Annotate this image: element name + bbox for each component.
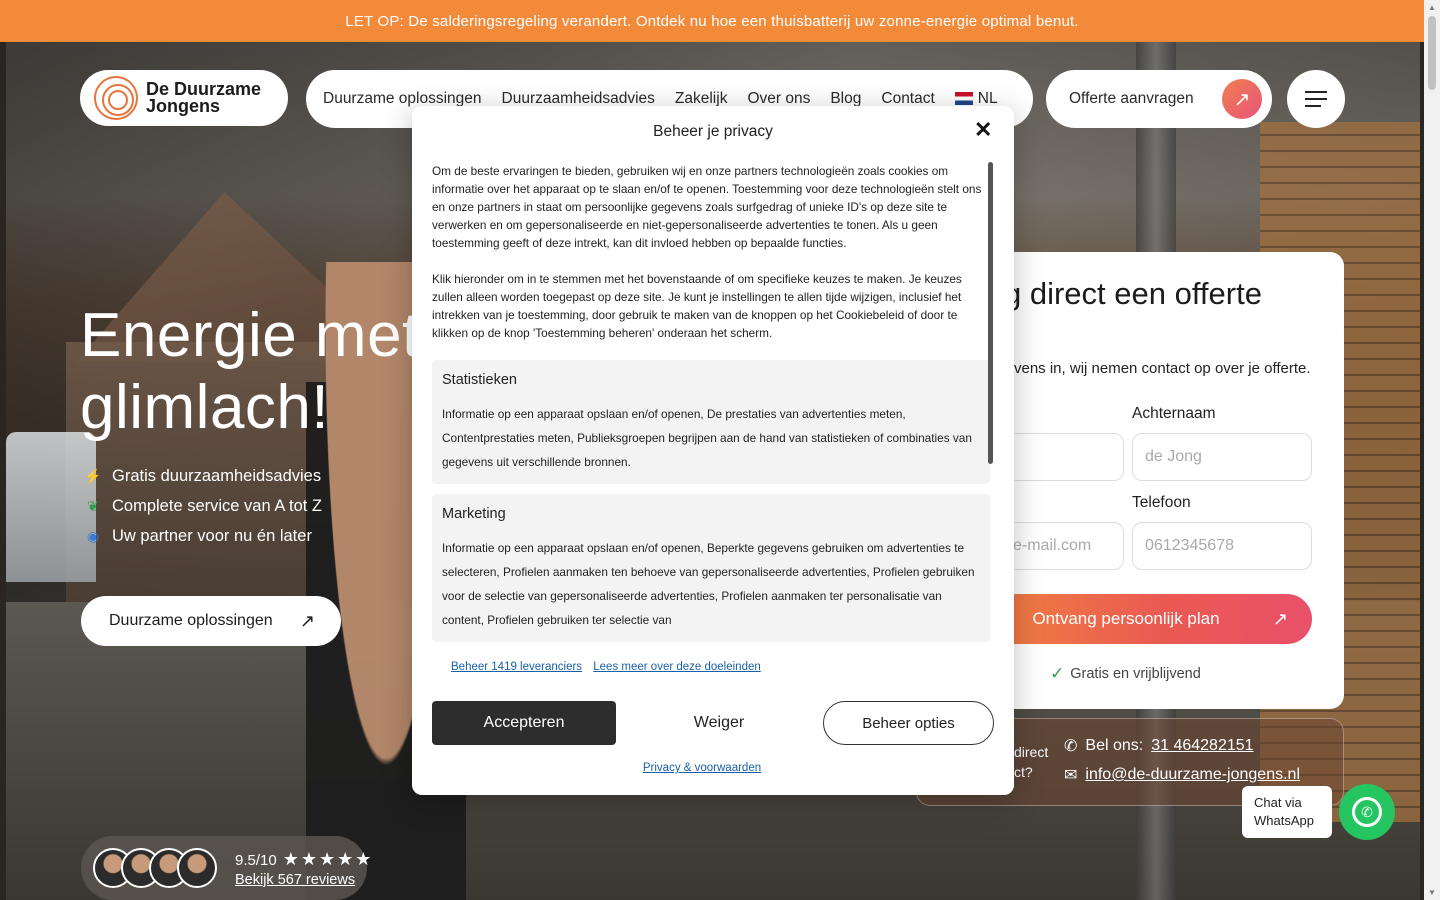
announcement-banner[interactable]: LET OP: De salderingsregeling verandert.… — [0, 0, 1424, 42]
offer-request-label: Offerte aanvragen — [1069, 90, 1194, 107]
accept-button[interactable]: Accepteren — [432, 701, 616, 745]
arrow-up-right-icon: ↗ — [299, 610, 315, 631]
dialog-scrollbar-thumb[interactable] — [988, 162, 993, 464]
email-input[interactable]: e-mail.com — [1004, 522, 1124, 570]
category-marketing[interactable]: Marketing Informatie op een apparaat ops… — [432, 494, 990, 642]
category-title: Statistieken — [442, 372, 517, 388]
reviews-link[interactable]: Bekijk 567 reviews — [235, 872, 373, 888]
arrow-up-right-icon: ↗ — [1222, 79, 1262, 119]
free-note: ✓ Gratis en vrijblijvend — [1050, 664, 1201, 683]
form-title: g direct een offerte — [1004, 276, 1262, 311]
hero-headline: Energie met glimlach! — [80, 301, 420, 442]
privacy-dialog-body[interactable]: Om de beste ervaringen te bieden, gebrui… — [432, 162, 990, 646]
privacy-paragraph: Klik hieronder om in te stemmen met het … — [432, 272, 962, 340]
logo-mark-icon — [94, 76, 138, 120]
contact-phone: ✆ Bel ons: 31 464282151 — [1064, 737, 1254, 755]
leaf-icon: ❦ — [87, 498, 99, 514]
privacy-paragraph: Om de beste ervaringen te bieden, gebrui… — [432, 164, 982, 250]
whatsapp-icon: ✆ — [1352, 797, 1382, 827]
dutch-flag-icon — [954, 92, 973, 106]
purposes-link[interactable]: Lees meer over deze doeleinden — [593, 661, 761, 673]
privacy-dialog-title: Beheer je privacy — [653, 123, 773, 140]
sustainable-solutions-button[interactable]: Duurzame oplossingen ↗ — [81, 596, 341, 646]
reviews-badge: 9.5/10 ★★★★★ Bekijk 567 reviews — [81, 836, 371, 900]
usp-item: ❦ Complete service van A tot Z — [84, 497, 322, 516]
scrollbar-thumb[interactable] — [1428, 16, 1436, 90]
form-subtitle: vens in, wij nemen contact op over je of… — [1014, 360, 1311, 377]
scroll-down-icon[interactable]: ▼ — [1428, 888, 1436, 897]
usp-item: ◉ Uw partner voor nu én later — [84, 527, 312, 546]
firstname-input[interactable] — [1004, 433, 1124, 481]
arrow-up-right-icon: ↗ — [1272, 608, 1288, 629]
checkmark-icon: ✓ — [1050, 664, 1065, 683]
menu-button[interactable] — [1287, 70, 1345, 128]
category-description: Informatie op een apparaat opslaan en/of… — [442, 541, 975, 627]
scroll-up-icon[interactable]: ▲ — [1428, 3, 1436, 12]
manage-vendors-link[interactable]: Beheer 1419 leveranciers — [451, 661, 582, 673]
manage-options-button[interactable]: Beheer opties — [823, 701, 994, 745]
avatar — [177, 848, 217, 888]
phone-icon: ✆ — [1064, 738, 1078, 755]
team-avatars — [93, 848, 217, 888]
usp-item: ⚡ Gratis duurzaamheidsadvies — [84, 467, 322, 485]
lightning-icon: ⚡ — [84, 468, 102, 484]
lastname-input[interactable]: de Jong — [1132, 433, 1312, 481]
logo-text-line2: Jongens — [146, 96, 221, 116]
hamburger-icon — [1305, 91, 1327, 93]
offer-request-button[interactable]: Offerte aanvragen ↗ — [1046, 70, 1272, 128]
whatsapp-button[interactable]: ✆ — [1339, 784, 1395, 840]
phone-label: Telefoon — [1132, 494, 1191, 511]
page-scrollbar[interactable]: ▲ ▼ — [1424, 0, 1440, 900]
privacy-terms-link[interactable]: Privacy & voorwaarden — [0, 762, 1404, 774]
star-rating-icon: ★★★★★ — [282, 848, 374, 869]
globe-icon: ◉ — [86, 528, 100, 544]
phone-link[interactable]: 31 464282151 — [1151, 737, 1253, 755]
review-score: 9.5/10 — [235, 851, 277, 869]
privacy-consent-dialog: Beheer je privacy ✕ Om de beste ervaring… — [412, 106, 1014, 795]
close-icon[interactable]: ✕ — [974, 119, 992, 141]
banner-text: LET OP: De salderingsregeling verandert.… — [345, 12, 1079, 30]
reject-button[interactable]: Weiger — [626, 701, 812, 745]
site-logo[interactable]: De Duurzame Jongens — [80, 70, 288, 126]
whatsapp-chat-label[interactable]: Chat via WhatsApp — [1242, 786, 1332, 838]
category-title: Marketing — [442, 506, 506, 522]
dialog-links: Beheer 1419 leveranciers Lees meer over … — [451, 661, 769, 673]
category-description: Informatie op een apparaat opslaan en/of… — [442, 407, 972, 469]
lastname-label: Achternaam — [1132, 405, 1216, 422]
phone-input[interactable]: 0612345678 — [1132, 522, 1312, 570]
category-statistics[interactable]: Statistieken Informatie op een apparaat … — [432, 360, 990, 484]
